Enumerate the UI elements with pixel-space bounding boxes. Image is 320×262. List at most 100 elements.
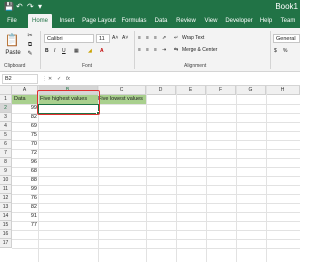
row-header[interactable]: 3 [0,113,12,122]
redo-icon[interactable]: ↷ [27,2,34,12]
merge-center-icon[interactable]: ⇆ [174,46,178,54]
row-header[interactable]: 5 [0,131,12,140]
row-header[interactable]: 17 [0,239,12,248]
row-header[interactable]: 15 [0,221,12,230]
tab-data[interactable]: Data [152,14,170,28]
group-separator [270,31,271,69]
tab-formulas[interactable]: Formulas [120,14,148,28]
cell-a12[interactable]: 76 [12,194,37,203]
cell-a1[interactable]: Data [14,95,26,104]
row-header[interactable]: 9 [0,167,12,176]
row-header[interactable]: 2 [0,104,12,113]
cell-a7[interactable]: 72 [12,149,37,158]
tab-page-layout[interactable]: Page Layout [82,14,116,28]
name-box[interactable]: B2 [2,74,38,84]
quick-access-dropdown-icon[interactable]: ▾ [38,2,42,12]
align-right-icon[interactable]: ≡ [154,46,157,54]
annotation-highlight-box [37,90,100,115]
column-header-f[interactable]: F [206,86,236,95]
cell-a14[interactable]: 91 [12,212,37,221]
tab-help[interactable]: Help [258,14,274,28]
grow-font-icon[interactable]: A˄ [112,34,118,42]
row-header[interactable]: 11 [0,185,12,194]
number-format-dropdown[interactable]: General [273,34,300,43]
tab-review[interactable]: Review [174,14,198,28]
font-name-dropdown[interactable]: Calibri [44,34,94,43]
tab-home[interactable]: Home [28,14,52,28]
row-header[interactable]: 7 [0,149,12,158]
cell-a11[interactable]: 99 [12,185,37,194]
align-middle-icon[interactable]: ≡ [146,34,149,42]
italic-icon[interactable]: I [54,47,55,55]
cell-a13[interactable]: 82 [12,203,37,212]
tab-team[interactable]: Team [278,14,298,28]
shrink-font-icon[interactable]: A˅ [122,34,128,42]
format-painter-icon[interactable]: ✎ [26,50,34,58]
gridline [12,158,300,159]
gridline [12,122,300,123]
row-header[interactable]: 4 [0,122,12,131]
row-header[interactable]: 8 [0,158,12,167]
row-header[interactable]: 12 [0,194,12,203]
wrap-text-button[interactable]: Wrap Text [182,34,204,42]
row-header[interactable]: 13 [0,203,12,212]
cell-a2[interactable]: 99 [12,104,37,113]
tab-view[interactable]: View [202,14,220,28]
cell-a3[interactable]: 82 [12,113,37,122]
column-header-d[interactable]: D [146,86,176,95]
tab-file[interactable]: File [4,14,20,28]
indent-icon[interactable]: ⇥ [162,46,166,54]
align-left-icon[interactable]: ≡ [138,46,141,54]
cell-a9[interactable]: 68 [12,167,37,176]
paste-button[interactable]: Paste [2,49,24,57]
currency-icon[interactable]: $ [274,47,277,55]
font-size-dropdown[interactable]: 11 [96,34,110,43]
ribbon-tabs: File Home Insert Page Layout Formulas Da… [0,14,300,28]
cell-a6[interactable]: 70 [12,140,37,149]
paste-icon[interactable]: 📋 [4,32,20,48]
column-header-g[interactable]: G [236,86,266,95]
column-header-h[interactable]: H [266,86,300,95]
merge-center-button[interactable]: Merge & Center [182,46,217,54]
column-header-c[interactable]: C [98,86,146,95]
cell-a5[interactable]: 75 [12,131,37,140]
copy-icon[interactable]: ⧉ [26,41,34,49]
row-header[interactable]: 14 [0,212,12,221]
underline-icon[interactable]: U [62,47,66,55]
gridline [12,239,300,240]
enter-icon[interactable]: ✓ [57,75,61,83]
cell-a15[interactable]: 77 [12,221,37,230]
gridline [12,149,300,150]
align-top-icon[interactable]: ≡ [138,34,141,42]
row-header[interactable]: 16 [0,230,12,239]
font-color-icon[interactable]: A [100,47,104,55]
cell-a4[interactable]: 69 [12,122,37,131]
cut-icon[interactable]: ✂ [26,32,34,40]
cell-a8[interactable]: 96 [12,158,37,167]
tab-developer[interactable]: Developer [224,14,254,28]
gridline [12,221,300,222]
formula-input[interactable] [76,74,298,84]
cell-a10[interactable]: 88 [12,176,37,185]
cancel-icon[interactable]: ✕ [48,75,52,83]
percent-icon[interactable]: % [283,47,287,55]
tab-insert[interactable]: Insert [56,14,78,28]
column-header-a[interactable]: A [12,86,38,95]
select-all-corner[interactable] [0,86,12,95]
orientation-icon[interactable]: ⇗ [162,34,166,42]
row-header[interactable]: 1 [0,95,12,104]
bold-icon[interactable]: B [45,47,49,55]
gridline [12,140,300,141]
fill-color-icon[interactable]: ◢ [88,47,92,55]
save-icon[interactable]: 💾 [4,2,14,12]
insert-function-icon[interactable]: fx [66,75,70,83]
borders-icon[interactable]: ▦ [74,47,79,55]
cell-c1[interactable]: Five lowest values [98,95,143,104]
undo-icon[interactable]: ↶ [16,2,23,12]
row-header[interactable]: 10 [0,176,12,185]
align-bottom-icon[interactable]: ≡ [154,34,157,42]
column-header-e[interactable]: E [176,86,206,95]
row-header[interactable]: 6 [0,140,12,149]
align-center-icon[interactable]: ≡ [146,46,149,54]
wrap-text-icon[interactable]: ↵ [174,34,178,42]
